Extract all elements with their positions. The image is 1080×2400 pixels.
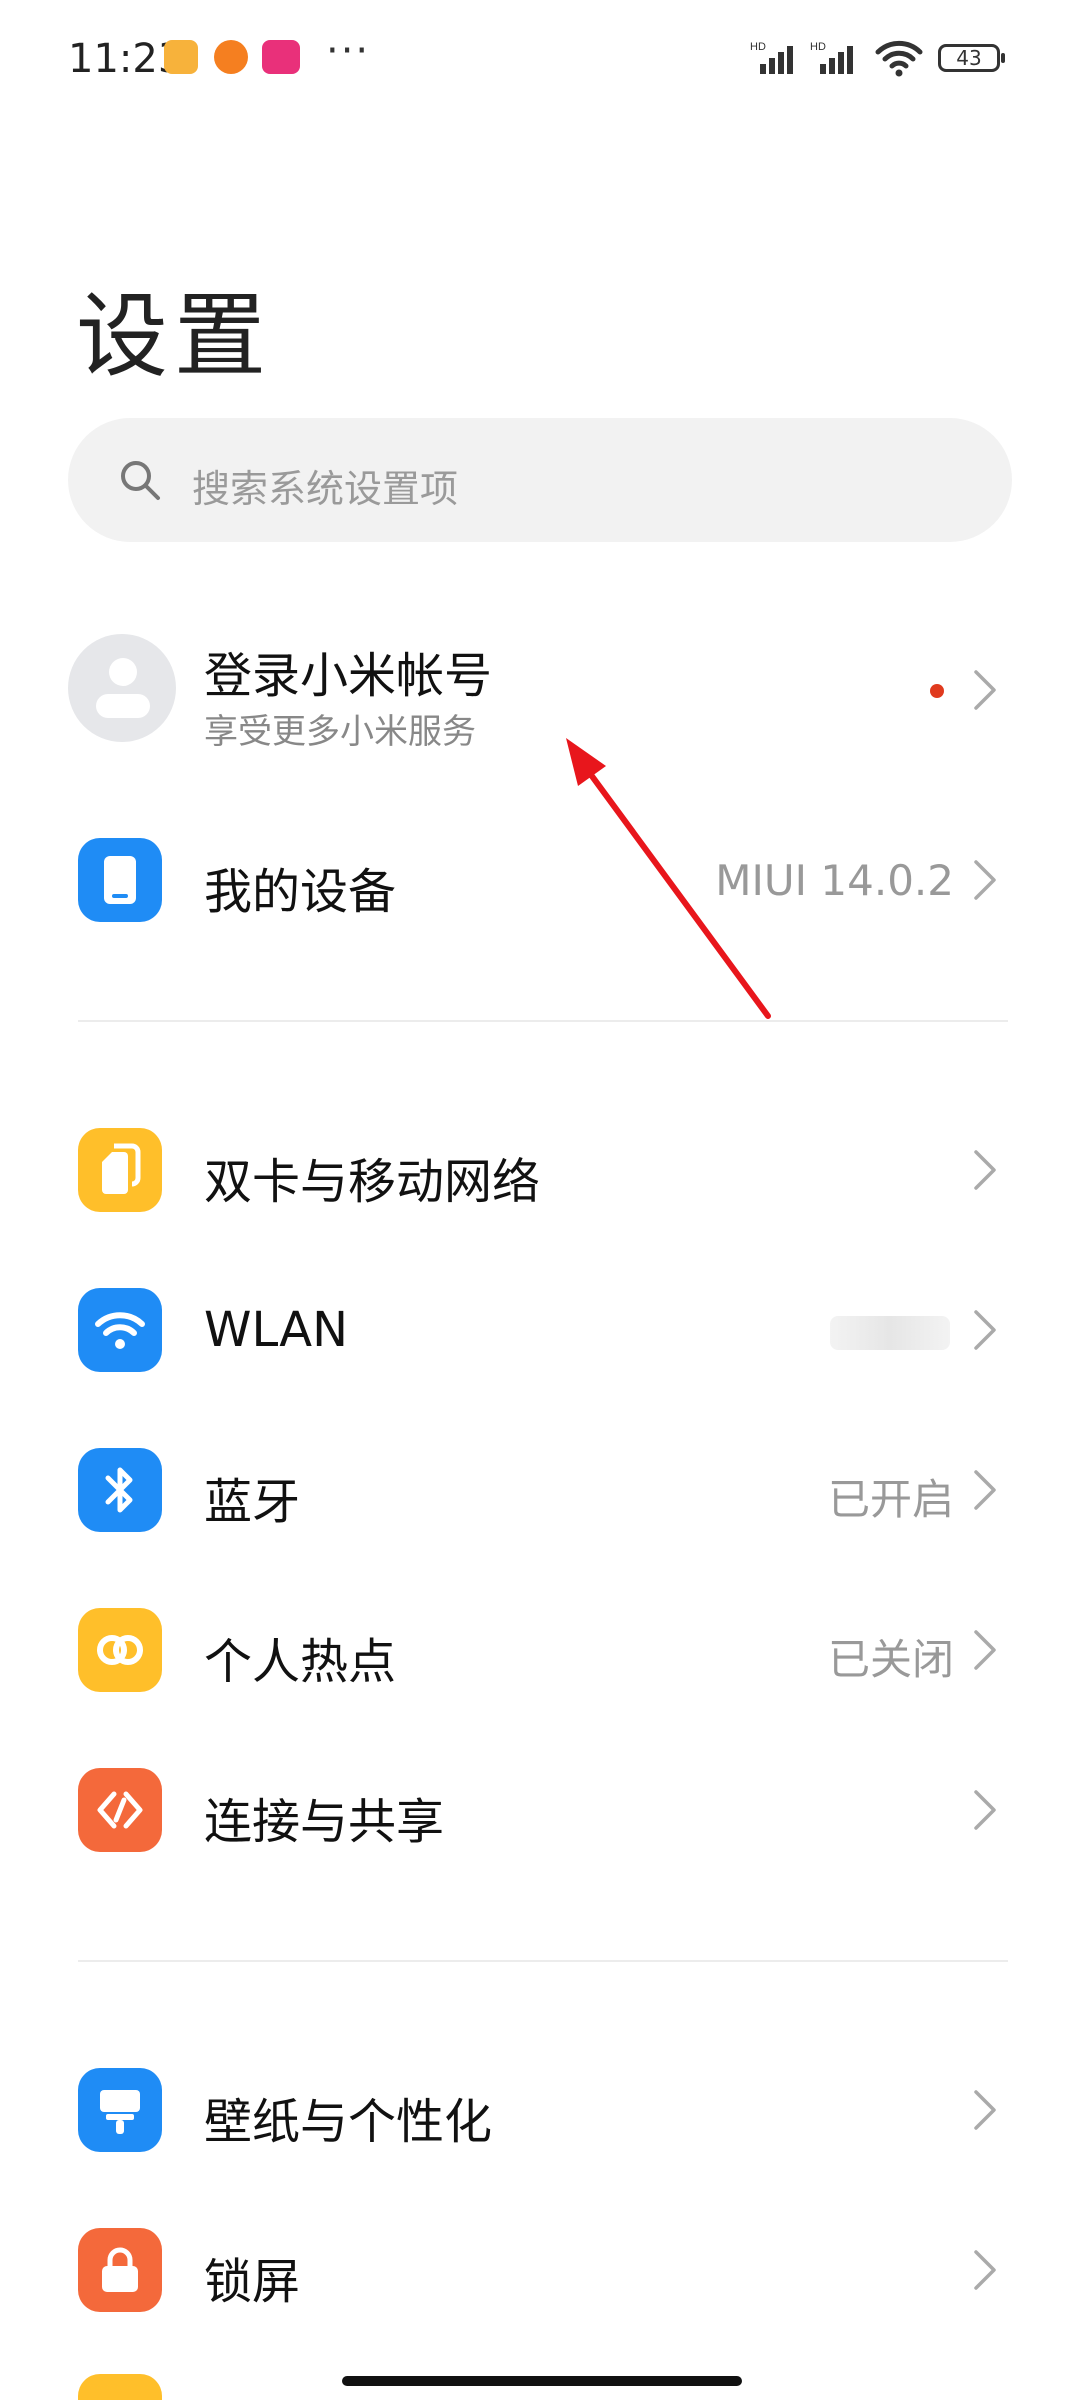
bluetooth-icon <box>78 1448 162 1532</box>
chevron-right-icon <box>974 1150 996 1190</box>
home-indicator[interactable] <box>342 2376 742 2386</box>
connection-sharing-label: 连接与共享 <box>204 1794 445 1850</box>
connection-sharing-row[interactable]: 连接与共享 <box>0 1740 1080 1880</box>
wifi-icon <box>78 1288 162 1372</box>
account-title: 登录小米帐号 <box>204 648 493 704</box>
lock-screen-row[interactable]: 锁屏 <box>0 2200 1080 2340</box>
notification-icon-app <box>214 40 248 74</box>
signal1-hd-label: HD <box>750 41 766 53</box>
chevron-right-icon <box>974 2250 996 2290</box>
notification-dot <box>930 684 944 698</box>
hotspot-row[interactable]: 个人热点 已关闭 <box>0 1580 1080 1720</box>
chevron-right-icon <box>974 1790 996 1830</box>
account-subtitle: 享受更多小米服务 <box>204 712 476 752</box>
share-connect-icon <box>78 1768 162 1852</box>
my-device-label: 我的设备 <box>204 864 397 920</box>
chevron-right-icon <box>974 2090 996 2130</box>
wlan-network-name-blurred <box>830 1316 950 1350</box>
hotspot-icon <box>78 1608 162 1692</box>
notification-icon-shop <box>262 40 300 74</box>
wlan-row[interactable]: WLAN <box>0 1260 1080 1400</box>
settings-screen: 11:23 ··· HD HD 43 设置 搜索系统设置项 登录小米帐号 享受更… <box>0 0 1080 2400</box>
chevron-right-icon <box>974 1630 996 1670</box>
wallpaper-label: 壁纸与个性化 <box>204 2094 493 2150</box>
wlan-label: WLAN <box>204 1302 349 1358</box>
wifi-status-icon <box>875 40 923 77</box>
display-icon-partial <box>78 2374 162 2400</box>
bluetooth-label: 蓝牙 <box>204 1474 301 1530</box>
more-notifications-icon: ··· <box>326 28 371 74</box>
search-input[interactable]: 搜索系统设置项 <box>68 418 1012 542</box>
signal-icon-sim2: HD <box>810 41 853 74</box>
miui-version: MIUI 14.0.2 <box>715 856 954 905</box>
section-divider <box>78 1960 1008 1962</box>
status-bar: 11:23 ··· HD HD 43 <box>0 0 1080 120</box>
avatar <box>68 634 176 742</box>
battery-indicator: 43 <box>938 44 1005 72</box>
lock-icon <box>78 2228 162 2312</box>
page-title: 设置 <box>76 283 273 390</box>
mi-account-login-row[interactable]: 登录小米帐号 享受更多小米服务 <box>0 620 1080 760</box>
phone-icon <box>78 838 162 922</box>
notification-icon-gallery <box>164 40 198 74</box>
wallpaper-row[interactable]: 壁纸与个性化 <box>0 2040 1080 2180</box>
avatar-head <box>109 658 137 686</box>
chevron-right-icon <box>974 670 996 710</box>
hotspot-status: 已关闭 <box>827 1635 954 1684</box>
search-icon <box>121 461 160 500</box>
signal2-hd-label: HD <box>810 41 826 53</box>
section-divider <box>78 1020 1008 1022</box>
chevron-right-icon <box>974 1470 996 1510</box>
bluetooth-row[interactable]: 蓝牙 已开启 <box>0 1420 1080 1560</box>
search-placeholder: 搜索系统设置项 <box>192 467 459 511</box>
sim-card-icon <box>78 1128 162 1212</box>
lock-screen-label: 锁屏 <box>204 2254 301 2310</box>
signal-icon-sim1: HD <box>750 41 793 74</box>
chevron-right-icon <box>974 860 996 900</box>
bluetooth-status: 已开启 <box>827 1475 954 1524</box>
sim-network-row[interactable]: 双卡与移动网络 <box>0 1100 1080 1240</box>
avatar-body <box>96 694 150 718</box>
chevron-right-icon <box>974 1310 996 1350</box>
my-device-row[interactable]: 我的设备 MIUI 14.0.2 <box>0 810 1080 950</box>
hotspot-label: 个人热点 <box>204 1634 397 1690</box>
sim-network-label: 双卡与移动网络 <box>204 1154 541 1210</box>
wallpaper-icon <box>78 2068 162 2152</box>
